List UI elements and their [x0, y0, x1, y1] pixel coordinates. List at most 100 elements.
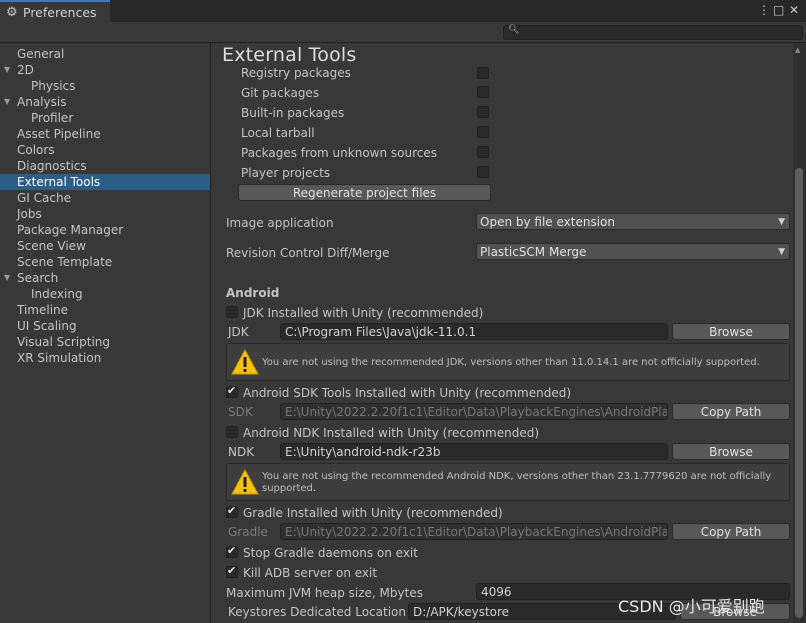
search-input[interactable]: 🔍︎	[503, 25, 803, 40]
registry-packages-checkbox[interactable]	[477, 67, 489, 79]
sidebar-item-label: Scene Template	[17, 255, 113, 269]
scroll-up-icon[interactable]: ▲	[795, 46, 800, 54]
revision-control-dropdown[interactable]: PlasticSCM Merge ▼	[476, 243, 790, 260]
scrollbar-thumb[interactable]	[795, 168, 803, 618]
unknown-sources-checkbox[interactable]	[477, 146, 489, 158]
git-packages-checkbox[interactable]	[477, 86, 489, 98]
ndk-label: NDK	[228, 445, 255, 459]
unknown-sources-label: Packages from unknown sources	[241, 146, 437, 160]
warning-icon	[231, 349, 259, 375]
sidebar-item-profiler[interactable]: Profiler	[0, 110, 210, 126]
sidebar-item-asset-pipeline[interactable]: Asset Pipeline	[0, 126, 210, 142]
gradle-label: Gradle	[228, 525, 268, 539]
sidebar-item-xr-simulation[interactable]: XR Simulation	[0, 350, 210, 366]
player-projects-label: Player projects	[241, 166, 331, 180]
sidebar-item-diagnostics[interactable]: Diagnostics	[0, 158, 210, 174]
gear-icon: ⚙	[6, 5, 18, 20]
sidebar-item-indexing[interactable]: Indexing	[0, 286, 210, 302]
chevron-down-icon[interactable]: ▼	[4, 62, 10, 78]
jdk-warning-text: You are not using the recommended JDK, v…	[262, 357, 760, 368]
sdk-copy-path-button[interactable]: Copy Path	[672, 403, 790, 420]
sdk-label: SDK	[228, 405, 253, 419]
tab-label: Preferences	[23, 5, 97, 20]
local-tarball-label: Local tarball	[241, 126, 315, 140]
ndk-browse-button[interactable]: Browse	[672, 443, 790, 460]
stop-gradle-checkbox[interactable]	[226, 544, 238, 558]
sidebar-item-jobs[interactable]: Jobs	[0, 206, 210, 222]
sidebar-item-label: Colors	[17, 143, 55, 157]
gradle-installed-checkbox[interactable]	[226, 504, 238, 518]
warning-icon	[231, 469, 259, 495]
builtin-packages-label: Built-in packages	[241, 106, 345, 120]
sidebar-item-general[interactable]: General	[0, 46, 210, 62]
jdk-browse-button[interactable]: Browse	[672, 323, 790, 340]
jdk-installed-label: JDK Installed with Unity (recommended)	[243, 306, 484, 320]
image-application-value: Open by file extension	[480, 215, 615, 229]
sidebar-item-label: UI Scaling	[17, 319, 77, 333]
ndk-warning-text: You are not using the recommended Androi…	[262, 471, 772, 482]
sidebar-item-label: General	[17, 47, 65, 61]
sidebar-item-label: Visual Scripting	[17, 335, 110, 349]
watermark: CSDN @小可爱别跑	[618, 597, 765, 616]
gradle-copy-path-button[interactable]: Copy Path	[672, 523, 790, 540]
image-application-dropdown[interactable]: Open by file extension ▼	[476, 213, 790, 230]
android-section-header: Android	[226, 286, 280, 300]
sidebar-item-label: Asset Pipeline	[17, 127, 101, 141]
kill-adb-checkbox[interactable]	[226, 564, 238, 578]
chevron-down-icon[interactable]: ▼	[4, 94, 10, 110]
ndk-installed-checkbox[interactable]	[226, 426, 238, 438]
more-options-icon[interactable]: ⋮	[758, 3, 770, 17]
sidebar-item-external-tools[interactable]: External Tools	[0, 174, 210, 190]
sidebar-item-label: 2D	[17, 63, 34, 77]
sidebar-item-analysis[interactable]: ▼ Analysis	[0, 94, 210, 110]
sidebar-item-label: GI Cache	[17, 191, 71, 205]
git-packages-label: Git packages	[241, 86, 320, 100]
sidebar-item-label: Profiler	[31, 111, 74, 125]
sdk-installed-checkbox[interactable]	[226, 384, 238, 398]
registry-packages-label: Registry packages	[241, 66, 351, 80]
ndk-path-field[interactable]: E:\Unity\android-ndk-r23b	[280, 443, 668, 460]
sidebar-item-physics[interactable]: Physics	[0, 78, 210, 94]
builtin-packages-checkbox[interactable]	[477, 106, 489, 118]
sidebar-item-colors[interactable]: Colors	[0, 142, 210, 158]
gradle-installed-label: Gradle Installed with Unity (recommended…	[243, 506, 503, 520]
sidebar-item-label: Diagnostics	[17, 159, 87, 173]
sidebar-item-ui-scaling[interactable]: UI Scaling	[0, 318, 210, 334]
sidebar-item-label: Package Manager	[17, 223, 124, 237]
sidebar-item-label: Search	[17, 271, 59, 285]
sidebar-item-scene-view[interactable]: Scene View	[0, 238, 210, 254]
maximize-icon[interactable]: □	[773, 3, 784, 17]
title-bar	[0, 0, 806, 22]
ndk-installed-label: Android NDK Installed with Unity (recomm…	[243, 426, 540, 440]
sidebar-item-label: Indexing	[31, 287, 83, 301]
sidebar-item-search[interactable]: ▼ Search	[0, 270, 210, 286]
sidebar-item-visual-scripting[interactable]: Visual Scripting	[0, 334, 210, 350]
close-icon[interactable]: ✕	[789, 3, 799, 17]
chevron-down-icon[interactable]: ▼	[4, 270, 10, 286]
sidebar: General ▼ 2D Physics ▼ Analysis Profiler A…	[0, 43, 211, 623]
stop-gradle-label: Stop Gradle daemons on exit	[243, 546, 418, 560]
sdk-installed-label: Android SDK Tools Installed with Unity (…	[243, 386, 572, 400]
image-application-label: Image application	[226, 216, 334, 230]
sidebar-item-package-manager[interactable]: Package Manager	[0, 222, 210, 238]
sidebar-item-label: Jobs	[17, 207, 42, 221]
local-tarball-checkbox[interactable]	[477, 126, 489, 138]
sidebar-item-label: Analysis	[17, 95, 67, 109]
sidebar-item-2d[interactable]: ▼ 2D	[0, 62, 210, 78]
jdk-installed-checkbox[interactable]	[226, 306, 238, 318]
sidebar-item-gi-cache[interactable]: GI Cache	[0, 190, 210, 206]
player-projects-checkbox[interactable]	[477, 166, 489, 178]
sidebar-item-scene-template[interactable]: Scene Template	[0, 254, 210, 270]
page-title: External Tools	[222, 44, 357, 66]
revision-control-value: PlasticSCM Merge	[480, 245, 587, 259]
sidebar-item-label: Timeline	[17, 303, 69, 317]
sidebar-item-label: Physics	[31, 79, 76, 93]
ndk-warning-text-cont: supported.	[262, 483, 317, 494]
chevron-down-icon: ▼	[778, 217, 785, 227]
tab-preferences[interactable]: ⚙ Preferences	[0, 0, 110, 24]
sidebar-item-timeline[interactable]: Timeline	[0, 302, 210, 318]
regenerate-project-files-button[interactable]: Regenerate project files	[238, 184, 491, 201]
jdk-path-field[interactable]: C:\Program Files\Java\jdk-11.0.1	[280, 323, 668, 340]
kill-adb-label: Kill ADB server on exit	[243, 566, 378, 580]
keystores-label: Keystores Dedicated Location	[228, 605, 406, 619]
